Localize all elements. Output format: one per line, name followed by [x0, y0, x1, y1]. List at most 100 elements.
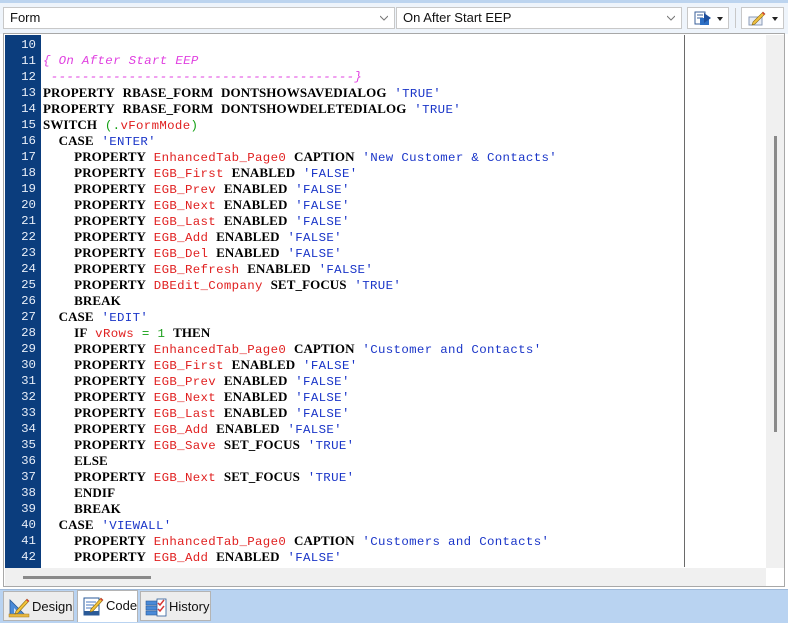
tab-code[interactable]: Code	[77, 590, 138, 622]
vertical-scrollbar-thumb[interactable]	[774, 136, 777, 432]
code-line[interactable]: ENDIF	[43, 485, 683, 501]
code-line[interactable]: PROPERTY EGB_First ENABLED 'FALSE'	[43, 165, 683, 181]
code-object-name: EGB_Last	[153, 407, 217, 421]
code-keyword: CASE	[58, 133, 94, 148]
horizontal-scrollbar[interactable]	[5, 568, 766, 586]
code-line[interactable]: BREAK	[43, 501, 683, 517]
code-line[interactable]: PROPERTY EGB_Next ENABLED 'FALSE'	[43, 389, 683, 405]
tab-history[interactable]: History	[140, 591, 211, 621]
code-string: 'FALSE'	[287, 551, 342, 565]
right-margin-line	[684, 35, 685, 567]
code-object-name: EGB_Add	[153, 231, 209, 245]
code-line[interactable]: IF vRows = 1 THEN	[43, 325, 683, 341]
code-object-name: EGB_Save	[153, 439, 217, 453]
code-line[interactable]: ELSE	[43, 453, 683, 469]
code-line[interactable]: PROPERTY EGB_Refresh ENABLED 'FALSE'	[43, 261, 683, 277]
code-line[interactable]: BREAK	[43, 293, 683, 309]
code-line[interactable]: PROPERTY EGB_Add ENABLED 'FALSE'	[43, 421, 683, 437]
line-number: 31	[21, 374, 36, 388]
line-number: 26	[21, 294, 36, 308]
tab-history-label: History	[169, 599, 210, 614]
code-line[interactable]: { On After Start EEP	[43, 53, 683, 69]
code-area[interactable]: { On After Start EEP -------------------…	[43, 35, 683, 568]
code-keyword: PROPERTY	[74, 533, 146, 548]
code-line[interactable]: PROPERTY RBASE_FORM DONTSHOWDELETEDIALOG…	[43, 101, 683, 117]
tab-design[interactable]: Design	[3, 591, 74, 621]
code-line[interactable]: CASE 'ENTER'	[43, 133, 683, 149]
code-string: 'FALSE'	[295, 375, 350, 389]
code-keyword: PROPERTY	[74, 357, 146, 372]
vertical-scrollbar[interactable]	[766, 35, 784, 568]
code-line[interactable]: ---------------------------------------}	[43, 69, 683, 85]
code-line[interactable]: PROPERTY EGB_Add ENABLED 'FALSE'	[43, 229, 683, 245]
code-line[interactable]: PROPERTY EGB_Del ENABLED 'FALSE'	[43, 245, 683, 261]
code-line[interactable]: PROPERTY EGB_Next SET_FOCUS 'TRUE'	[43, 469, 683, 485]
code-keyword: PROPERTY	[74, 197, 146, 212]
code-object-name: EGB_Refresh	[153, 263, 240, 277]
code-keyword: PROPERTY	[43, 101, 115, 116]
code-line[interactable]	[43, 37, 683, 53]
line-number: 22	[21, 230, 36, 244]
code-line[interactable]: PROPERTY EnhancedTab_Page0 CAPTION 'Cust…	[43, 341, 683, 357]
code-keyword: ENABLED	[223, 213, 288, 228]
code-keyword: ENABLED	[216, 421, 280, 436]
code-line[interactable]: PROPERTY EGB_Add ENABLED 'FALSE'	[43, 549, 683, 565]
code-string: 'FALSE'	[287, 423, 342, 437]
code-string: 'FALSE'	[287, 231, 342, 245]
code-string: 'New Customer & Contacts'	[362, 151, 558, 165]
code-line[interactable]: PROPERTY EGB_Save SET_FOCUS 'TRUE'	[43, 437, 683, 453]
code-line[interactable]: PROPERTY EGB_Last ENABLED 'FALSE'	[43, 213, 683, 229]
code-punctuation: =	[141, 327, 150, 341]
code-line[interactable]: PROPERTY EGB_Last ENABLED 'FALSE'	[43, 405, 683, 421]
code-edit-icon	[83, 597, 104, 616]
code-line[interactable]: PROPERTY EnhancedTab_Page0 CAPTION 'Cust…	[43, 533, 683, 549]
line-number: 30	[21, 358, 36, 372]
form-select[interactable]: Form	[3, 7, 395, 29]
chevron-down-icon	[667, 15, 675, 21]
line-number: 10	[21, 38, 36, 52]
code-object-name: EGB_Next	[153, 199, 217, 213]
export-code-button[interactable]	[687, 7, 729, 29]
line-number: 11	[21, 54, 36, 68]
line-number: 12	[21, 70, 36, 84]
code-line[interactable]: SWITCH (.vFormMode)	[43, 117, 683, 133]
code-line[interactable]: PROPERTY EnhancedTab_Page0 CAPTION 'New …	[43, 149, 683, 165]
code-line[interactable]: PROPERTY EGB_Next ENABLED 'FALSE'	[43, 197, 683, 213]
code-editor[interactable]: 10 11 12 13 14 15 16 17 18 19 20 21 22 23 24 25 26 27 28 29…	[3, 33, 785, 587]
code-keyword: PROPERTY	[74, 389, 146, 404]
code-object-name: EnhancedTab_Page0	[153, 343, 287, 357]
code-keyword: CASE	[58, 309, 94, 324]
edit-options-button[interactable]	[741, 7, 784, 29]
code-variable: vFormMode	[120, 119, 191, 133]
code-keyword: ENABLED	[223, 197, 288, 212]
code-line[interactable]: PROPERTY RBASE_FORM DONTSHOWSAVEDIALOG '…	[43, 85, 683, 101]
code-line[interactable]: PROPERTY EGB_First ENABLED 'FALSE'	[43, 357, 683, 373]
code-object-name: EGB_First	[153, 167, 224, 181]
code-line[interactable]: CASE 'VIEWALL'	[43, 517, 683, 533]
code-line[interactable]: PROPERTY EGB_Prev ENABLED 'FALSE'	[43, 181, 683, 197]
code-string: 'FALSE'	[303, 359, 358, 373]
line-number: 37	[21, 470, 36, 484]
code-line[interactable]: PROPERTY DBEdit_Company SET_FOCUS 'TRUE'	[43, 277, 683, 293]
code-line[interactable]: PROPERTY EGB_Prev ENABLED 'FALSE'	[43, 373, 683, 389]
horizontal-scrollbar-thumb[interactable]	[23, 576, 151, 579]
event-select[interactable]: On After Start EEP	[396, 7, 682, 29]
code-string: 'FALSE'	[303, 167, 358, 181]
code-line[interactable]: CASE 'EDIT'	[43, 309, 683, 325]
